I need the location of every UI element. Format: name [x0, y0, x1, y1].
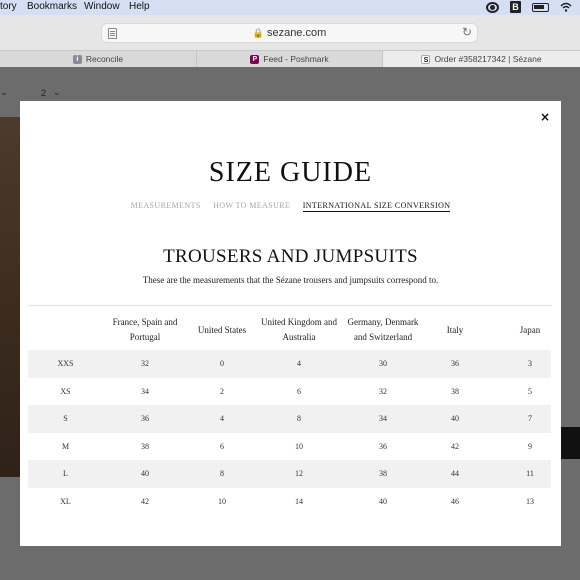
tab-label: Reconcile — [85, 54, 124, 64]
tab-poshmark[interactable]: P Feed - Poshmark — [197, 51, 383, 67]
tab-label: Order #358217342 | Sézane — [434, 54, 542, 64]
table-header: France, Spain and Portugal United States… — [28, 309, 551, 351]
cell-france: 38 — [141, 441, 149, 451]
cell-germany: 30 — [379, 359, 387, 368]
cell-italy: 40 — [451, 414, 459, 423]
cell-size: L — [63, 469, 68, 478]
divider — [28, 305, 552, 306]
cell-us: 0 — [220, 359, 224, 368]
cell-france: 32 — [141, 359, 149, 368]
reload-icon[interactable]: ↻ — [462, 25, 472, 39]
cell-japan: 5 — [528, 386, 532, 396]
cell-germany: 32 — [379, 386, 387, 396]
menu-history[interactable]: tory — [0, 1, 17, 12]
cell-us: 6 — [220, 441, 224, 451]
menu-bar: tory Bookmarks Window Help B — [0, 0, 580, 15]
cell-uk: 14 — [295, 496, 303, 506]
cell-japan: 3 — [528, 359, 532, 368]
address-bar[interactable]: 🔒 sezane.com ↻ — [101, 23, 478, 43]
url-text: sezane.com — [266, 27, 327, 39]
menu-help[interactable]: Help — [129, 1, 150, 12]
wifi-icon[interactable] — [560, 2, 572, 12]
tab-measurements[interactable]: MEASUREMENTS — [131, 201, 201, 210]
section-description: These are the measurements that the Séza… — [142, 275, 439, 285]
cell-size: S — [63, 414, 68, 423]
cell-uk: 8 — [297, 414, 301, 423]
header-japan: Japan — [519, 324, 541, 335]
table-row: XS 34 2 6 32 38 5 — [28, 378, 551, 406]
tab-how-to-measure[interactable]: HOW TO MEASURE — [213, 201, 290, 210]
cell-uk: 6 — [297, 386, 301, 396]
cell-japan: 11 — [526, 469, 534, 478]
battery-icon[interactable] — [532, 2, 549, 12]
section-title: TROUSERS AND JUMPSUITS — [163, 246, 418, 267]
cell-japan: 7 — [528, 414, 532, 423]
poshmark-favicon-icon: P — [250, 54, 260, 64]
size-guide-modal: × SIZE GUIDE MEASUREMENTS HOW TO MEASURE… — [20, 101, 561, 546]
product-photo — [0, 117, 20, 477]
cell-france: 36 — [141, 414, 149, 423]
header-uk: United Kingdom and Australia — [261, 317, 337, 342]
chevron-down-icon: ⌄ — [53, 87, 61, 97]
header-us: United States — [197, 324, 247, 335]
quantity-value: 2 — [41, 88, 47, 98]
creative-cloud-icon[interactable] — [486, 1, 499, 13]
tab-reconcile[interactable]: i Reconcile — [0, 51, 197, 67]
tab-bar: i Reconcile P Feed - Poshmark S Order #3… — [0, 50, 580, 67]
cell-germany: 38 — [379, 469, 387, 478]
cell-uk: 4 — [297, 359, 301, 368]
cell-us: 2 — [220, 386, 224, 396]
cell-italy: 44 — [451, 469, 459, 478]
cell-japan: 9 — [528, 441, 532, 451]
cell-germany: 34 — [379, 414, 387, 423]
table-row: S 36 4 8 34 40 7 — [28, 405, 551, 433]
table-row: M 38 6 10 36 42 9 — [28, 433, 551, 461]
header-france: France, Spain and Portugal — [112, 317, 178, 342]
cell-uk: 10 — [295, 441, 303, 451]
lock-icon: 🔒 — [252, 28, 264, 38]
cell-us: 4 — [220, 414, 224, 423]
cell-uk: 12 — [295, 469, 303, 478]
cell-size: XS — [60, 386, 71, 396]
cell-france: 42 — [141, 496, 149, 506]
menu-window[interactable]: Window — [84, 1, 120, 12]
sezane-favicon-icon: S — [421, 54, 431, 64]
size-guide-tabs: MEASUREMENTS HOW TO MEASURE INTERNATIONA… — [20, 201, 561, 212]
table-row: L 40 8 12 38 44 11 — [28, 460, 551, 488]
cell-italy: 46 — [451, 496, 459, 506]
cell-italy: 38 — [451, 386, 459, 396]
size-table: XXS 32 0 4 30 36 3 XS 34 2 6 32 38 5 S 3… — [28, 350, 551, 515]
close-icon[interactable]: × — [540, 110, 550, 124]
header-italy: Italy — [446, 324, 464, 335]
browser-toolbar: 🔒 sezane.com ↻ — [0, 15, 580, 50]
cell-size: XL — [60, 496, 71, 506]
cell-us: 10 — [218, 496, 226, 506]
bitwarden-icon[interactable]: B — [510, 1, 521, 13]
cell-size: M — [61, 441, 70, 451]
cell-japan: 13 — [526, 496, 534, 506]
tab-label: Feed - Poshmark — [263, 54, 329, 64]
header-germany: Germany, Denmark and Switzerland — [347, 317, 419, 342]
modal-title: SIZE GUIDE — [208, 157, 373, 188]
cell-france: 34 — [141, 386, 149, 396]
cell-us: 8 — [220, 469, 224, 478]
tab-sezane-order[interactable]: S Order #358217342 | Sézane — [383, 51, 580, 67]
cell-size: XXS — [57, 359, 74, 368]
cell-germany: 40 — [379, 496, 387, 506]
menu-bookmarks[interactable]: Bookmarks — [27, 1, 77, 12]
status-icons: B — [486, 1, 572, 13]
cell-france: 40 — [141, 469, 149, 478]
cell-italy: 36 — [451, 359, 459, 368]
chevron-down-icon: ⌄ — [0, 87, 8, 97]
header-size — [28, 309, 103, 351]
reconcile-favicon-icon: i — [72, 54, 82, 64]
table-row: XXS 32 0 4 30 36 3 — [28, 350, 551, 378]
cell-italy: 42 — [451, 441, 459, 451]
cell-germany: 36 — [379, 441, 387, 451]
tab-international-size-conversion[interactable]: INTERNATIONAL SIZE CONVERSION — [302, 201, 451, 212]
table-row: XL 42 10 14 40 46 13 — [28, 488, 551, 516]
